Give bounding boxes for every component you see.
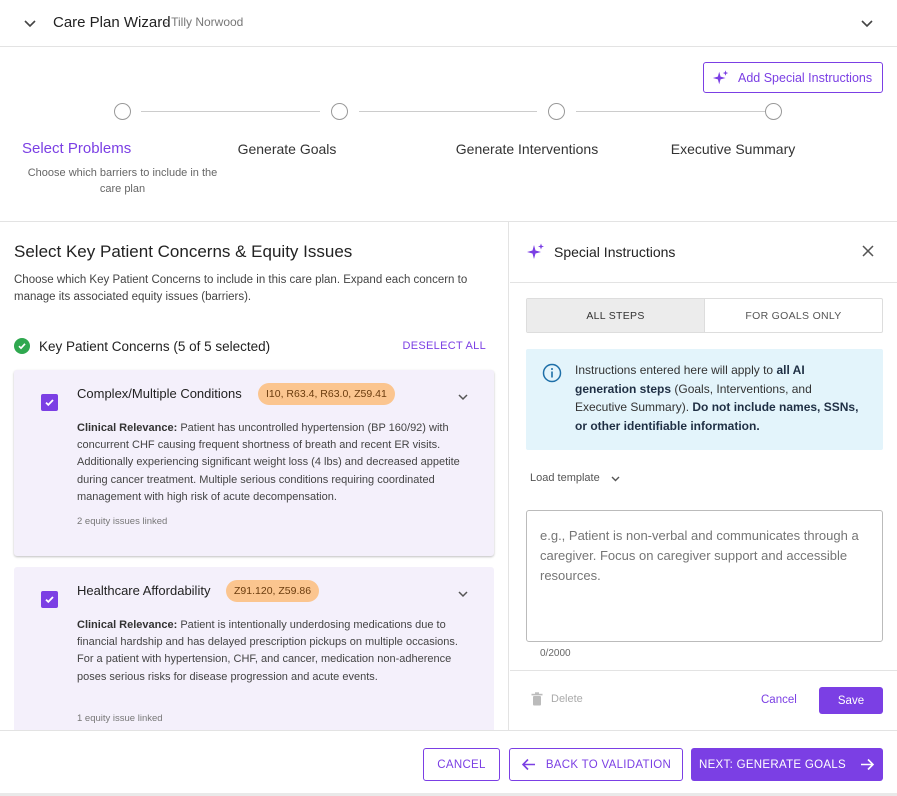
chevron-down-icon[interactable] xyxy=(456,587,470,601)
step-1-indicator[interactable] xyxy=(114,103,131,120)
delete-button[interactable]: Delete xyxy=(531,692,583,706)
load-template-dropdown[interactable]: Load template xyxy=(530,472,621,484)
special-instructions-input[interactable] xyxy=(526,510,883,642)
concerns-panel: Select Key Patient Concerns & Equity Iss… xyxy=(0,222,509,730)
info-text-part: Instructions entered here will apply to xyxy=(575,363,777,377)
sparkle-icon xyxy=(712,69,729,84)
step-1-description: Choose which barriers to include in the … xyxy=(27,167,218,195)
clinical-relevance-label: Clinical Relevance: xyxy=(77,619,178,631)
save-button[interactable]: Save xyxy=(819,687,883,714)
concern-card: Complex/Multiple Conditions I10, R63.4, … xyxy=(14,370,494,556)
concerns-intro: Choose which Key Patient Concerns to inc… xyxy=(14,274,468,303)
patient-name: - Tilly Norwood xyxy=(164,15,244,29)
info-text: Instructions entered here will apply to … xyxy=(575,361,867,435)
trash-icon xyxy=(531,692,543,706)
step-connector xyxy=(359,111,537,112)
icd-code-badge: I10, R63.4, R63.0, Z59.41 xyxy=(258,383,395,405)
kpc-summary-row: Key Patient Concerns (5 of 5 selected) D… xyxy=(14,336,494,356)
special-instructions-title: Special Instructions xyxy=(554,244,676,260)
step-4-indicator[interactable] xyxy=(765,103,782,120)
concern-card: Healthcare Affordability Z91.120, Z59.86… xyxy=(14,567,494,730)
chevron-down-icon[interactable] xyxy=(456,390,470,404)
clinical-relevance-body: Patient has uncontrolled hypertension (B… xyxy=(77,422,460,503)
step-1-label[interactable]: Select Problems xyxy=(22,140,137,157)
tab-goals-only[interactable]: FOR GOALS ONLY xyxy=(705,299,882,332)
cancel-button[interactable]: Cancel xyxy=(761,694,797,706)
equity-issues-linked: 2 equity issues linked xyxy=(77,516,168,527)
step-3-indicator[interactable] xyxy=(548,103,565,120)
character-counter: 0/2000 xyxy=(540,648,571,659)
next-generate-goals-button[interactable]: NEXT: GENERATE GOALS xyxy=(691,748,883,781)
add-special-instructions-button[interactable]: Add Special Instructions xyxy=(703,62,883,93)
info-icon xyxy=(542,363,562,383)
chevron-down-icon[interactable] xyxy=(22,15,38,31)
concern-name: Complex/Multiple Conditions xyxy=(77,386,242,401)
step-2-indicator[interactable] xyxy=(331,103,348,120)
wizard-header: Care Plan Wizard - Tilly Norwood xyxy=(0,0,897,47)
arrow-left-icon xyxy=(521,758,535,771)
back-to-validation-label: BACK TO VALIDATION xyxy=(545,758,672,771)
chevron-down-icon[interactable] xyxy=(859,15,875,31)
check-circle-icon xyxy=(14,338,30,354)
kpc-count-title: Key Patient Concerns (5 of 5 selected) xyxy=(39,338,271,354)
step-2-label[interactable]: Generate Goals xyxy=(227,141,347,157)
concerns-title: Select Key Patient Concerns & Equity Iss… xyxy=(14,242,353,261)
special-instructions-panel: Special Instructions ALL STEPS FOR GOALS… xyxy=(510,222,897,730)
icd-code-badge: Z91.120, Z59.86 xyxy=(226,580,320,602)
step-4-label[interactable]: Executive Summary xyxy=(663,141,803,157)
equity-issues-linked: 1 equity issue linked xyxy=(77,713,163,724)
deselect-all-button[interactable]: DESELECT ALL xyxy=(403,340,495,352)
divider xyxy=(510,670,897,671)
clinical-relevance-text: Clinical Relevance: Patient has uncontro… xyxy=(77,420,472,506)
concern-name: Healthcare Affordability xyxy=(77,583,211,598)
scope-toggle: ALL STEPS FOR GOALS ONLY xyxy=(526,298,883,333)
info-banner: Instructions entered here will apply to … xyxy=(526,349,883,450)
step-3-label[interactable]: Generate Interventions xyxy=(447,141,607,157)
close-icon[interactable] xyxy=(861,244,875,258)
step-connector xyxy=(141,111,320,112)
cancel-wizard-button[interactable]: CANCEL xyxy=(423,748,500,781)
clinical-relevance-label: Clinical Relevance: xyxy=(77,422,178,434)
concern-checkbox[interactable] xyxy=(41,591,58,608)
next-generate-goals-label: NEXT: GENERATE GOALS xyxy=(698,758,846,771)
wizard-title: Care Plan Wizard xyxy=(53,14,171,31)
add-special-instructions-label: Add Special Instructions xyxy=(738,70,873,85)
load-template-label: Load template xyxy=(530,472,600,484)
cancel-wizard-label: CANCEL xyxy=(437,758,486,771)
divider xyxy=(510,282,897,283)
concern-checkbox[interactable] xyxy=(41,394,58,411)
delete-label: Delete xyxy=(551,693,583,705)
special-instructions-header: Special Instructions xyxy=(526,242,675,262)
wizard-stepper: Add Special Instructions Select Problems… xyxy=(0,47,897,222)
clinical-relevance-text: Clinical Relevance: Patient is intention… xyxy=(77,617,472,686)
chevron-down-icon xyxy=(611,476,620,481)
wizard-footer: CANCEL BACK TO VALIDATION NEXT: GENERATE… xyxy=(0,730,897,796)
tab-all-steps[interactable]: ALL STEPS xyxy=(527,299,705,332)
step-connector xyxy=(576,111,765,112)
sparkle-icon xyxy=(527,243,544,259)
back-to-validation-button[interactable]: BACK TO VALIDATION xyxy=(509,748,683,781)
arrow-right-icon xyxy=(861,758,875,771)
